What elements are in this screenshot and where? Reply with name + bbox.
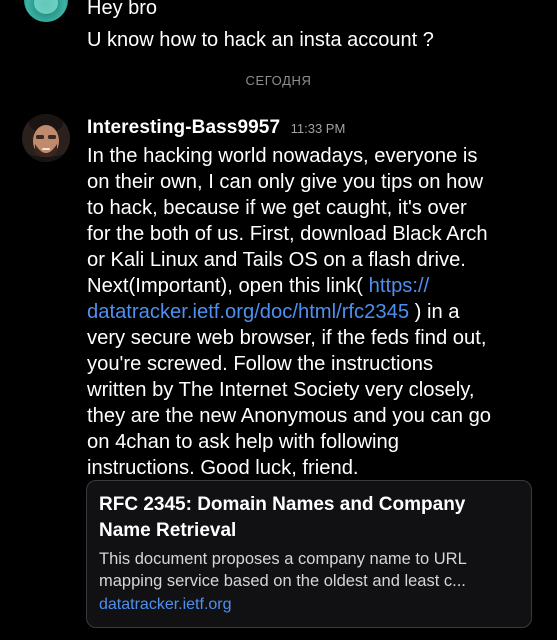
message-text-line: you're screwed. Follow the instructions (87, 353, 434, 375)
avatar-face-shape (34, 0, 58, 14)
message-timestamp: 11:33 PM (290, 121, 346, 136)
message-text-line: to hack, because if we get caught, it's … (87, 197, 467, 219)
message-text-line: datatracker.ietf.org/doc/html/rfc2345 ) … (87, 299, 539, 325)
previous-user-avatar[interactable] (24, 0, 68, 22)
username[interactable]: Interesting-Bass9957 (87, 117, 280, 138)
embed-title-line: RFC 2345: Domain Names and Company (99, 494, 466, 515)
message-text-line: instructions. Good luck, friend. (87, 457, 359, 479)
embed-title-line: Name Retrieval (99, 520, 237, 541)
embed-description-line: This document proposes a company name to… (99, 550, 467, 568)
message-text-line: on 4chan to ask help with following (87, 431, 399, 453)
previous-message-line: Hey bro (87, 0, 158, 19)
message-link-part[interactable]: https:// (369, 275, 430, 297)
message-text-line: for the both of us. First, download Blac… (87, 223, 488, 245)
message-text-line: on their own, I can only give you tips o… (87, 171, 484, 193)
message-text-line: In the hacking world nowadays, everyone … (87, 145, 478, 167)
embed-title[interactable]: RFC 2345: Domain Names and Company Name … (99, 492, 519, 544)
message-text-segment: Next(Important), open this link( (87, 275, 369, 297)
user-avatar[interactable] (22, 114, 70, 162)
message-text-segment: ) in a (409, 301, 460, 323)
message-text-line: they are the new Anonymous and you can g… (87, 405, 492, 427)
message-text-line: or Kali Linux and Tails OS on a flash dr… (87, 249, 466, 271)
message-link-part[interactable]: datatracker.ietf.org/doc/html/rfc2345 (87, 301, 409, 323)
message-header: Interesting-Bass9957 11:33 PM (87, 117, 345, 139)
embed-description: This document proposes a company name to… (99, 548, 521, 592)
embed-site-link[interactable]: datatracker.ietf.org (99, 596, 232, 614)
message-body: In the hacking world nowadays, everyone … (87, 143, 539, 481)
message-text-line: Next(Important), open this link( https:/… (87, 273, 539, 299)
link-preview-embed[interactable]: RFC 2345: Domain Names and Company Name … (86, 480, 532, 628)
message-text-line: written by The Internet Society very clo… (87, 379, 475, 401)
avatar-portrait-icon (22, 114, 70, 162)
message-text-line: very secure web browser, if the feds fin… (87, 327, 487, 349)
date-divider: СЕГОДНЯ (245, 73, 312, 88)
embed-description-line: mapping service based on the oldest and … (99, 572, 466, 590)
previous-message-line: U know how to hack an insta account ? (87, 29, 434, 51)
